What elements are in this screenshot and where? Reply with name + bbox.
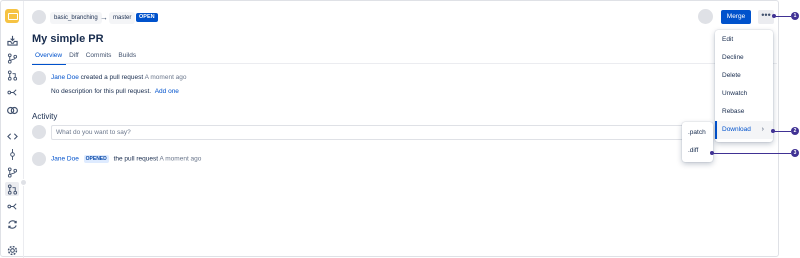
status-badge: OPEN: [136, 13, 158, 22]
menu-item-unwatch[interactable]: Unwatch: [715, 85, 773, 103]
settings-icon[interactable]: [5, 243, 19, 257]
count-badge: [20, 179, 27, 186]
download-diff[interactable]: .diff: [682, 142, 713, 160]
event-avatar[interactable]: [32, 71, 46, 85]
callout-line-1: [774, 16, 791, 17]
forks-icon[interactable]: [5, 199, 19, 213]
branches-icon[interactable]: [5, 165, 19, 179]
compare-icon[interactable]: [5, 103, 19, 117]
fork-icon[interactable]: [5, 85, 19, 99]
callout-line-2: [773, 131, 791, 132]
opened-badge: OPENED: [83, 155, 109, 163]
menu-item-edit[interactable]: Edit: [715, 31, 773, 49]
menu-item-rebase[interactable]: Rebase: [715, 103, 773, 121]
description: No description for this pull request. Ad…: [51, 88, 179, 95]
code-icon[interactable]: [5, 129, 19, 143]
page-title: My simple PR: [32, 33, 104, 45]
reviewer-avatar[interactable]: [698, 9, 713, 24]
event-time: A moment ago: [144, 74, 187, 81]
callout-1: 1: [791, 12, 799, 20]
branch-icon[interactable]: [5, 51, 19, 65]
commit-icon[interactable]: [5, 147, 19, 161]
comment-input[interactable]: What do you want to say?: [51, 125, 691, 140]
pipelines-icon[interactable]: [5, 217, 19, 231]
target-branch[interactable]: master: [109, 12, 136, 24]
event-action: created a pull request: [80, 74, 144, 81]
download-submenu: .patch .diff: [682, 122, 713, 162]
author-avatar[interactable]: [32, 10, 46, 24]
arrow-right-icon: →: [100, 13, 108, 22]
opened-event: Jane Doe OPENED the pull request A momen…: [51, 155, 201, 163]
chevron-right-icon: ›: [761, 126, 764, 133]
callout-3: 3: [791, 149, 799, 157]
repo-logo[interactable]: [5, 9, 19, 23]
tab-divider: [32, 63, 777, 64]
current-user-avatar: [32, 125, 46, 139]
callout-line-3: [712, 153, 791, 154]
sidebar: [1, 1, 27, 258]
opened-time: A moment ago: [159, 155, 202, 163]
opened-action: the pull request: [113, 155, 159, 163]
created-event: Jane Doe created a pull request A moment…: [51, 74, 187, 81]
callout-2: 2: [791, 127, 799, 135]
download-patch[interactable]: .patch: [682, 124, 713, 142]
menu-item-decline[interactable]: Decline: [715, 49, 773, 67]
pull-request-window: basic_branching → master OPEN Merge ••• …: [0, 0, 779, 258]
merge-button[interactable]: Merge: [721, 10, 751, 24]
opened-author-link[interactable]: Jane Doe: [51, 156, 79, 163]
pull-request-icon[interactable]: [5, 68, 19, 82]
pull-requests-icon[interactable]: [5, 179, 27, 196]
event-author-link[interactable]: Jane Doe: [51, 74, 79, 81]
opened-event-avatar[interactable]: [32, 152, 46, 166]
add-description-link[interactable]: Add one: [155, 88, 179, 95]
menu-item-download[interactable]: Download ›: [715, 121, 773, 139]
menu-item-download-label: Download: [722, 126, 751, 133]
description-text: No description for this pull request.: [51, 88, 152, 95]
menu-item-delete[interactable]: Delete: [715, 67, 773, 85]
source-branch[interactable]: basic_branching: [50, 12, 102, 24]
tray-icon[interactable]: [5, 33, 19, 47]
activity-heading: Activity: [32, 112, 58, 121]
more-options-menu: Edit Decline Delete Unwatch Rebase Downl…: [715, 30, 773, 142]
